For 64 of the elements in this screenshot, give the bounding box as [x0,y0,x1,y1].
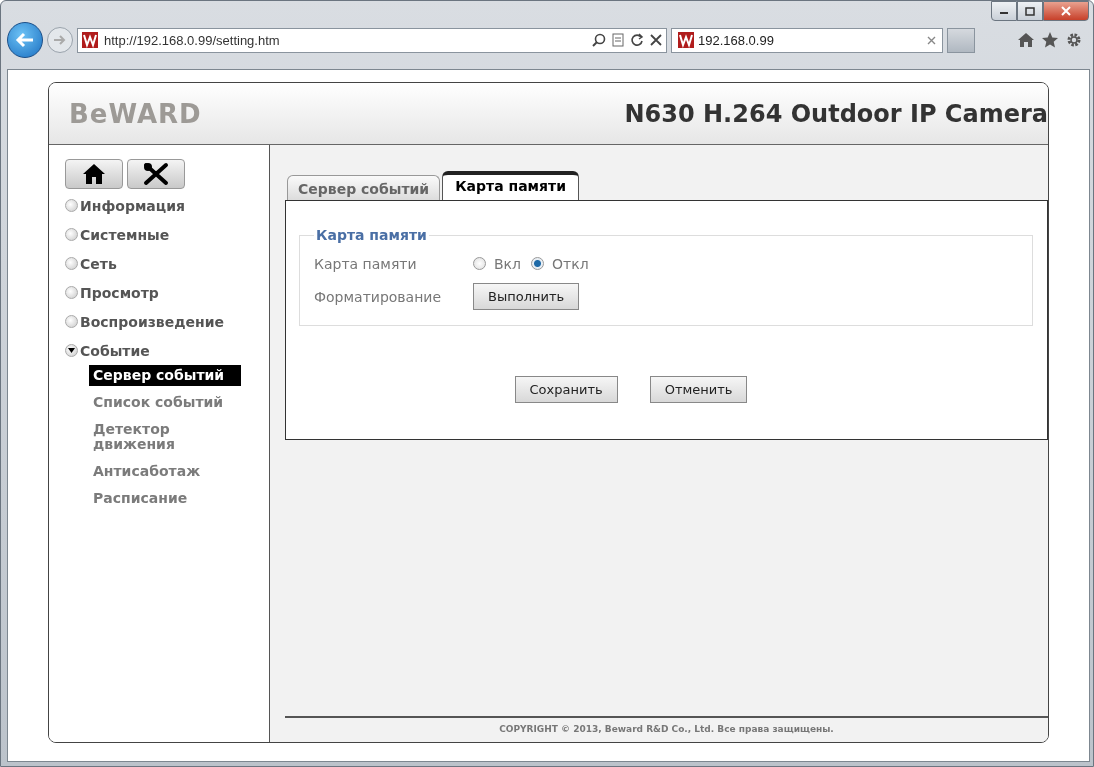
collapsed-bullet-icon [65,257,78,270]
menu-item[interactable]: Воспроизведение [65,307,269,336]
address-bar[interactable]: http://192.168.0.99/setting.htm [77,27,667,53]
star-icon[interactable] [1041,31,1059,49]
field-label: Карта памяти [314,255,418,272]
home-icon[interactable] [1017,31,1035,49]
close-button[interactable] [1043,1,1089,21]
menu-item[interactable]: Сеть [65,249,269,278]
site-logo-icon [678,32,694,48]
radio-label: Вкл [494,255,521,272]
menu-label: Воспроизведение [80,313,224,330]
radio-label: Откл [552,255,589,272]
copyright-text: COPYRIGHT © 2013, Beward R&D Co., Ltd. Все права защищены. [285,716,1048,742]
back-button[interactable] [7,22,43,58]
page-title: N630 H.264 Outdoor IP Camera [624,99,1048,128]
menu-item[interactable]: Событие [65,336,269,365]
cancel-button[interactable]: Отменить [649,376,748,403]
menu-item[interactable]: Системные [65,220,269,249]
submenu-item[interactable]: Сервер событий [89,365,241,386]
refresh-icon[interactable] [630,33,644,47]
tab[interactable]: Карта памяти [442,171,579,201]
submenu-item[interactable]: Расписание [89,488,241,509]
arrow-right-icon [53,34,67,46]
maximize-icon [1025,6,1035,16]
compatibility-icon[interactable] [612,33,624,47]
radio-button[interactable] [473,257,486,270]
menu-item[interactable]: Просмотр [65,278,269,307]
save-button[interactable]: Сохранить [514,376,618,403]
collapsed-bullet-icon [65,228,78,241]
maximize-button[interactable] [1017,1,1043,21]
menu-label: Системные [80,226,170,243]
collapsed-bullet-icon [65,286,78,299]
menu-label: Просмотр [80,284,159,301]
execute-button[interactable]: Выполнить [473,283,580,310]
home-icon [82,163,106,185]
tools-icon [143,162,169,186]
site-logo-icon [82,32,98,48]
search-icon[interactable] [592,33,606,47]
home-button[interactable] [65,159,123,189]
settings-icon[interactable] [1065,31,1083,49]
collapsed-bullet-icon [65,315,78,328]
tab-title: 192.168.0.99 [698,32,775,48]
submenu-item[interactable]: Список событий [89,392,241,413]
address-text: http://192.168.0.99/setting.htm [104,32,281,48]
menu-item[interactable]: Информация [65,191,269,220]
expanded-bullet-icon [65,344,78,357]
stop-icon[interactable] [650,34,662,46]
radio-button[interactable] [531,257,544,270]
submenu-item[interactable]: Антисаботаж [89,461,241,482]
close-icon[interactable] [927,35,936,45]
close-icon [1061,6,1071,16]
field-label: Форматирование [314,288,443,305]
tab[interactable]: Сервер событий [287,175,441,200]
group-legend: Карта памяти [314,227,429,243]
minimize-button[interactable] [991,1,1017,21]
collapsed-bullet-icon [65,199,78,212]
settings-button[interactable] [127,159,185,189]
arrow-left-icon [15,32,35,48]
submenu-item[interactable]: Детектор движения [89,419,241,455]
menu-label: Сеть [80,255,117,272]
menu-label: Информация [80,197,185,214]
browser-tab[interactable]: 192.168.0.99 [671,27,943,53]
brand-logo: BeWARD [69,98,202,129]
menu-label: Событие [80,342,150,359]
